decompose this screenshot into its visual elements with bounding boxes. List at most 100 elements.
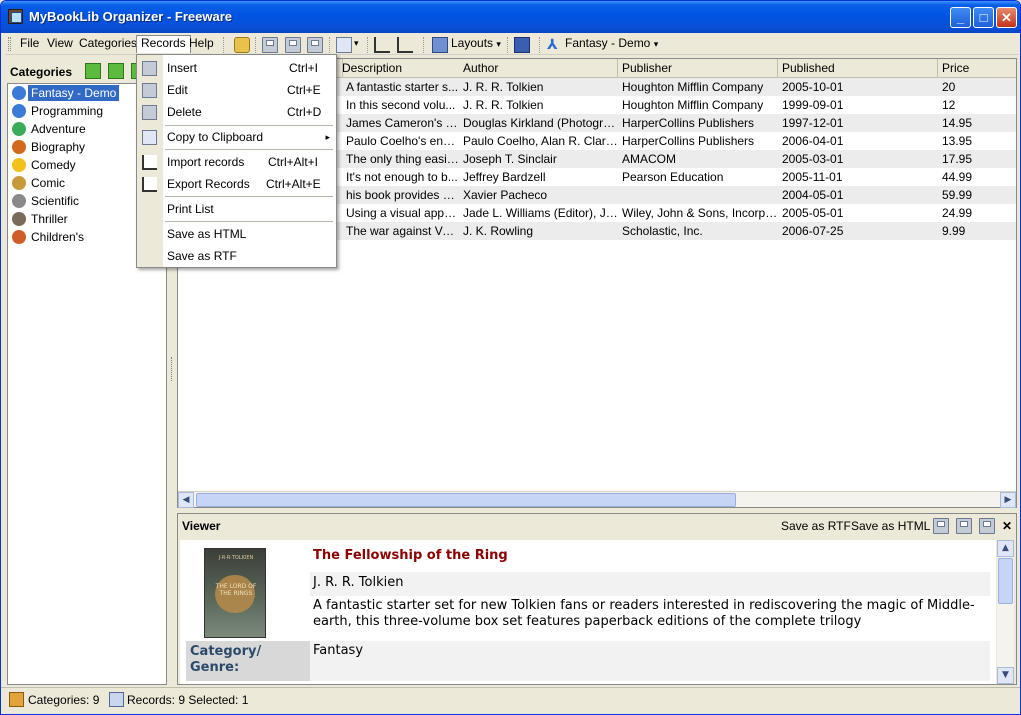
menu-item-shortcut: Ctrl+I: [289, 61, 319, 75]
menu-file[interactable]: File: [16, 35, 43, 53]
menu-item-label: Copy to Clipboard: [167, 130, 264, 144]
cell-publisher: AMACOM: [622, 152, 676, 166]
edit-record-icon[interactable]: [285, 37, 301, 53]
viewer-save-rtf[interactable]: Save as RTF: [781, 519, 851, 533]
menu-item-import-records[interactable]: Import records Ctrl+Alt+I: [137, 152, 336, 172]
cell-price: 20: [942, 80, 956, 94]
category-selector[interactable]: Fantasy - Demo ▾: [565, 35, 658, 53]
key-icon[interactable]: [234, 37, 250, 53]
category-genre-label: Category/ Genre:: [186, 641, 310, 681]
cell-description: It's not enough to b...: [346, 170, 458, 184]
cell-author: Xavier Pacheco: [463, 188, 548, 202]
cell-published: 2005-10-01: [782, 80, 844, 94]
categories-title: Categories: [10, 65, 73, 79]
cell-description: Paulo Coelho's ench...: [346, 134, 459, 148]
column-header-price[interactable]: Price: [938, 59, 1016, 78]
cell-published: 2005-03-01: [782, 152, 844, 166]
column-header-author[interactable]: Author: [459, 59, 618, 78]
insert-record-icon[interactable]: [262, 37, 278, 53]
adventure-icon: [12, 122, 26, 136]
import-icon[interactable]: [374, 37, 390, 53]
title-bar[interactable]: MyBookLib Organizer - Freeware _ □ ✕: [1, 1, 1020, 33]
menu-item-shortcut: Ctrl+Alt+E: [266, 177, 321, 191]
menu-separator: [165, 196, 333, 197]
records-count: Records: 9 Selected: 1: [127, 693, 249, 707]
cell-publisher: HarperCollins Publishers: [622, 116, 755, 130]
delete-icon: [142, 105, 157, 120]
scroll-thumb[interactable]: [196, 493, 736, 507]
save-icon[interactable]: [514, 37, 530, 53]
menu-categories[interactable]: Categories: [75, 35, 141, 53]
menu-item-export-records[interactable]: Export Records Ctrl+Alt+E: [137, 174, 336, 194]
layouts-icon[interactable]: [432, 37, 448, 53]
column-header-publisher[interactable]: Publisher: [618, 59, 778, 78]
menu-item-edit[interactable]: Edit Ctrl+E: [137, 80, 336, 100]
menu-item-copy-to-clipboard[interactable]: Copy to Clipboard ▸: [137, 127, 336, 147]
toolbar-grip[interactable]: [8, 37, 11, 51]
cell-published: 1999-09-01: [782, 98, 844, 112]
cover-title-text: THE LORD OF THE RINGS: [215, 583, 257, 597]
minimize-button[interactable]: _: [950, 7, 971, 28]
viewer-vertical-scrollbar[interactable]: ▲ ▼: [997, 540, 1014, 684]
status-bar: Categories: 9 Records: 9 Selected: 1: [1, 687, 1020, 711]
layouts-button[interactable]: Layouts ▾: [451, 35, 501, 53]
fantasy-icon: ⅄: [547, 37, 558, 53]
toolbar-separator: [423, 37, 425, 53]
viewer-panel: Viewer Save as RTF Save as HTML ✕ J·R·R·…: [177, 513, 1017, 685]
insert-icon: [142, 61, 157, 76]
category-label: Thriller: [31, 212, 68, 226]
cell-author: J. R. R. Tolkien: [463, 98, 544, 112]
cell-published: 2005-05-01: [782, 206, 844, 220]
cell-description: A fantastic starter s...: [346, 80, 459, 94]
menu-item-save-as-html[interactable]: Save as HTML: [137, 224, 336, 244]
scroll-down-arrow[interactable]: ▼: [997, 667, 1014, 684]
menu-item-shortcut: Ctrl+E: [287, 83, 321, 97]
viewer-close-icon[interactable]: ✕: [1002, 519, 1012, 533]
category-label: Comic: [31, 176, 66, 190]
menu-records[interactable]: Records: [136, 35, 191, 53]
maximize-button[interactable]: □: [973, 7, 994, 28]
submenu-arrow-icon: ▸: [325, 132, 330, 142]
column-header-published[interactable]: Published: [778, 59, 938, 78]
edit-category-icon[interactable]: [108, 63, 124, 79]
toolbar-separator: [329, 37, 331, 53]
viewer-header: Viewer Save as RTF Save as HTML ✕: [178, 514, 1016, 538]
toolbar-separator: [507, 37, 509, 53]
toolbar-separator: [539, 37, 541, 53]
viewer-scroll-thumb[interactable]: [998, 558, 1013, 604]
delete-record-icon[interactable]: [307, 37, 323, 53]
menu-item-label: Save as HTML: [167, 227, 247, 241]
menu-item-insert[interactable]: Insert Ctrl+I: [137, 58, 336, 78]
menu-item-save-as-rtf[interactable]: Save as RTF: [137, 246, 336, 266]
cell-description: James Cameron's Ti...: [346, 116, 459, 130]
menu-item-print-list[interactable]: Print List: [137, 199, 336, 219]
cell-description: The war against Vol...: [346, 224, 459, 238]
viewer-insert-icon[interactable]: [933, 518, 949, 534]
menu-toolbar: File View Categories Records Help ▾ Layo…: [5, 33, 1018, 55]
records-status-icon: [109, 692, 124, 707]
menu-item-delete[interactable]: Delete Ctrl+D: [137, 102, 336, 122]
menu-item-label: Delete: [167, 105, 202, 119]
category-selector-label: Fantasy - Demo: [565, 36, 651, 50]
menu-help[interactable]: Help: [185, 35, 218, 53]
category-label: Biography: [31, 140, 86, 154]
cell-published: 1997-12-01: [782, 116, 844, 130]
menu-view[interactable]: View: [43, 35, 77, 53]
export-icon[interactable]: [397, 37, 413, 53]
viewer-delete-icon[interactable]: [979, 518, 995, 534]
scroll-up-arrow[interactable]: ▲: [997, 540, 1014, 557]
book-title: The Fellowship of the Ring: [313, 548, 508, 563]
cell-author: Joseph T. Sinclair: [463, 152, 557, 166]
scroll-left-arrow[interactable]: ◀: [178, 492, 194, 508]
copy-dropdown-arrow[interactable]: ▾: [354, 35, 359, 53]
app-window: MyBookLib Organizer - Freeware _ □ ✕ Fil…: [0, 0, 1021, 715]
add-category-icon[interactable]: [85, 63, 101, 79]
copy-icon[interactable]: [336, 37, 352, 53]
export-icon: [142, 177, 157, 192]
cell-author: Paulo Coelho, Alan R. Clark...: [463, 134, 618, 148]
viewer-save-html[interactable]: Save as HTML: [851, 519, 930, 533]
close-button[interactable]: ✕: [996, 7, 1017, 28]
viewer-edit-icon[interactable]: [956, 518, 972, 534]
scroll-right-arrow[interactable]: ▶: [1000, 492, 1016, 508]
horizontal-scrollbar[interactable]: ◀ ▶: [178, 491, 1016, 508]
